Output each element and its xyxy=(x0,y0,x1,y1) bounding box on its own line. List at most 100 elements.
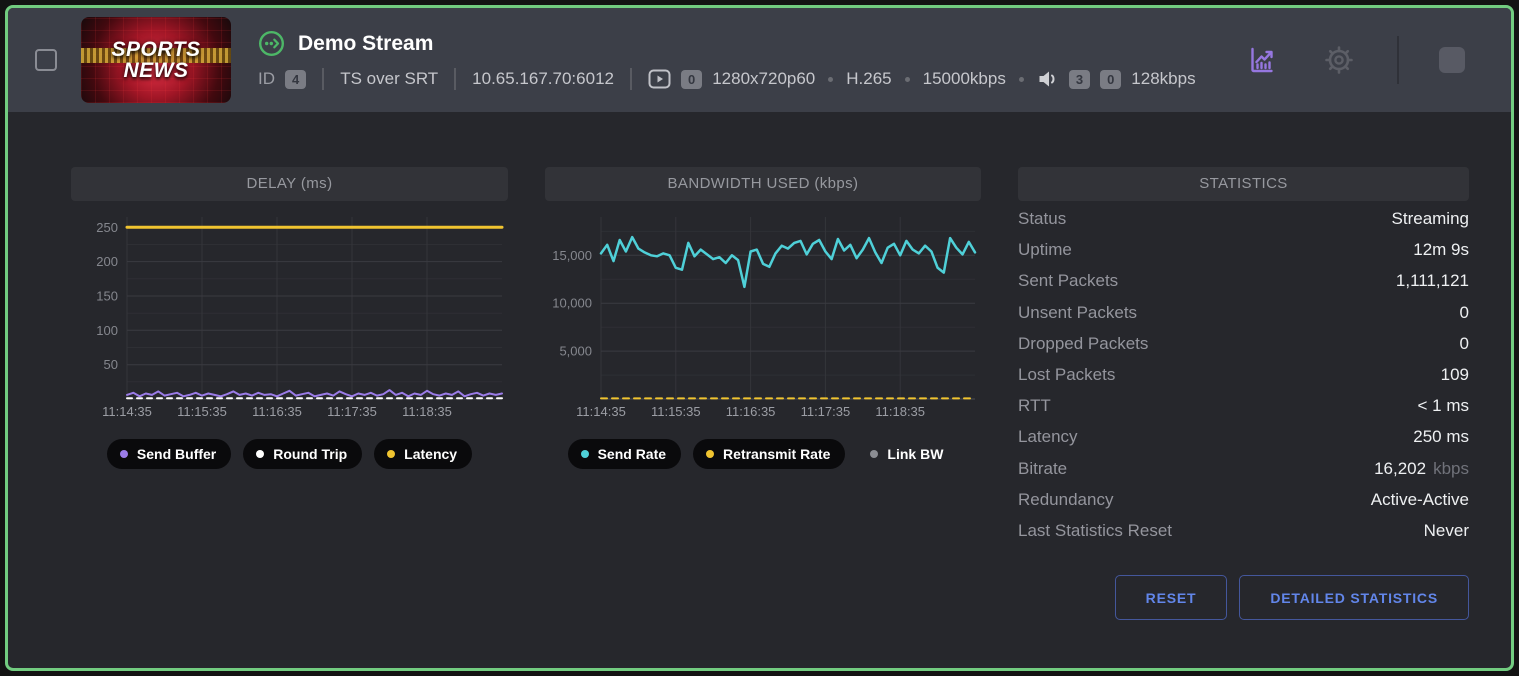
stat-row: Uptime12m 9s xyxy=(1018,240,1469,271)
legend-dot xyxy=(256,450,264,458)
stat-row: Lost Packets109 xyxy=(1018,365,1469,396)
detailed-statistics-button[interactable]: DETAILED STATISTICS xyxy=(1239,575,1469,620)
reset-button[interactable]: RESET xyxy=(1115,575,1228,620)
svg-text:10,000: 10,000 xyxy=(552,296,592,311)
stream-header: SPORTS NEWS Demo Stream ID 4 xyxy=(8,8,1511,112)
stat-label: Bitrate xyxy=(1018,459,1067,479)
delay-panel: DELAY (ms) 11:14:3511:15:3511:16:3511:17… xyxy=(71,167,508,620)
gear-icon[interactable] xyxy=(1323,44,1355,76)
stream-title: Demo Stream xyxy=(298,32,433,56)
dot-separator xyxy=(1019,77,1024,82)
thumbnail-caption-line2: NEWS xyxy=(124,60,189,81)
stat-label: Redundancy xyxy=(1018,490,1113,510)
resolution-text: 1280x720p60 xyxy=(712,69,815,89)
svg-text:11:16:35: 11:16:35 xyxy=(726,404,776,419)
stat-row: Redundancy Active-Active xyxy=(1018,490,1469,521)
stat-label: Status xyxy=(1018,209,1066,229)
dot-separator xyxy=(828,77,833,82)
legend-dot xyxy=(120,450,128,458)
stat-label: Dropped Packets xyxy=(1018,334,1148,354)
bandwidth-panel: BANDWIDTH USED (kbps) 11:14:35 11:15:35 11… xyxy=(545,167,981,620)
stat-value: 109 xyxy=(1441,365,1469,385)
separator xyxy=(1397,36,1399,84)
header-actions xyxy=(1247,36,1465,84)
dashboard-body: DELAY (ms) 11:14:35 11:15:35 11:16:35 11:17… xyxy=(8,112,1511,620)
stat-label: Unsent Packets xyxy=(1018,303,1137,323)
id-badge: 4 xyxy=(285,70,306,89)
bandwidth-chart: 11:14:3511:15:3511:16:3511:17:3511:18:35… xyxy=(545,203,981,423)
statistics-actions: RESET DETAILED STATISTICS xyxy=(1018,575,1469,620)
svg-text:15,000: 15,000 xyxy=(552,248,592,263)
bandwidth-legend: Send Rate Retransmit Rate Link BW xyxy=(545,439,981,469)
stat-row: Dropped Packets0 xyxy=(1018,334,1469,365)
legend-label: Retransmit Rate xyxy=(723,446,830,462)
stream-monitor-screen: SPORTS NEWS Demo Stream ID 4 xyxy=(0,0,1519,676)
svg-text:100: 100 xyxy=(96,323,118,338)
stat-value: Never xyxy=(1424,521,1469,541)
svg-text:11:15:35: 11:15:35 xyxy=(651,404,701,419)
legend-dot xyxy=(870,450,878,458)
protocol-text: TS over SRT xyxy=(340,69,438,89)
bandwidth-panel-title: BANDWIDTH USED (kbps) xyxy=(545,167,981,201)
svg-text:11:15:35: 11:15:35 xyxy=(177,404,227,419)
separator xyxy=(322,68,324,90)
stat-label: Sent Packets xyxy=(1018,271,1118,291)
stat-value: < 1 ms xyxy=(1418,396,1470,416)
legend-label: Latency xyxy=(404,446,457,462)
stream-thumbnail[interactable]: SPORTS NEWS xyxy=(81,17,231,103)
stat-value: Active-Active xyxy=(1371,490,1469,510)
dot-separator xyxy=(905,77,910,82)
stat-row: Status Streaming xyxy=(1018,209,1469,240)
legend-item-send-rate[interactable]: Send Rate xyxy=(568,439,681,469)
video-count-badge: 0 xyxy=(681,70,702,89)
separator xyxy=(630,68,632,90)
legend-item-link-bw[interactable]: Link BW xyxy=(857,439,958,469)
stat-row: Last Statistics Reset Never xyxy=(1018,521,1469,552)
audio-count-badge: 3 xyxy=(1069,70,1090,89)
stat-label: RTT xyxy=(1018,396,1051,416)
legend-item-round-trip[interactable]: Round Trip xyxy=(243,439,362,469)
svg-text:11:17:35: 11:17:35 xyxy=(327,404,377,419)
delay-legend: Send Buffer Round Trip Latency xyxy=(71,439,508,469)
stop-stream-button[interactable] xyxy=(1439,47,1465,73)
statistics-rows: Status Streaming Uptime12m 9sSent Packets 1… xyxy=(1018,209,1469,552)
legend-label: Round Trip xyxy=(273,446,347,462)
stat-label: Latency xyxy=(1018,427,1078,447)
separator xyxy=(454,68,456,90)
stream-select-checkbox[interactable] xyxy=(35,49,57,71)
stat-row: Latency250 ms xyxy=(1018,427,1469,458)
svg-text:50: 50 xyxy=(104,357,118,372)
legend-item-retransmit-rate[interactable]: Retransmit Rate xyxy=(693,439,845,469)
stat-row: Bitrate16,202kbps xyxy=(1018,459,1469,490)
svg-text:250: 250 xyxy=(96,220,118,235)
stream-info: Demo Stream ID 4 TS over SRT 10.65.167.7… xyxy=(258,30,1196,90)
legend-dot xyxy=(581,450,589,458)
thumbnail-caption: SPORTS NEWS xyxy=(81,17,231,103)
delay-panel-title: DELAY (ms) xyxy=(71,167,508,201)
codec-text: H.265 xyxy=(846,69,891,89)
stat-value: Streaming xyxy=(1392,209,1469,229)
legend-dot xyxy=(706,450,714,458)
stat-row: RTT < 1 ms xyxy=(1018,396,1469,427)
svg-text:150: 150 xyxy=(96,289,118,304)
stream-meta-row: ID 4 TS over SRT 10.65.167.70:6012 0 128… xyxy=(258,68,1196,90)
svg-text:11:17:35: 11:17:35 xyxy=(801,404,851,419)
stat-row: Sent Packets 1,111,121 xyxy=(1018,271,1469,302)
svg-text:5,000: 5,000 xyxy=(559,344,592,359)
svg-text:11:14:35: 11:14:35 xyxy=(576,404,626,419)
legend-item-send-buffer[interactable]: Send Buffer xyxy=(107,439,231,469)
legend-item-latency[interactable]: Latency xyxy=(374,439,472,469)
video-bitrate-text: 15000kbps xyxy=(923,69,1006,89)
stat-value: 0 xyxy=(1460,303,1469,323)
svg-text:11:16:35: 11:16:35 xyxy=(252,404,302,419)
stat-label: Last Statistics Reset xyxy=(1018,521,1172,541)
thumbnail-caption-line1: SPORTS xyxy=(112,39,201,60)
svg-text:200: 200 xyxy=(96,254,118,269)
legend-label: Link BW xyxy=(887,446,943,462)
statistics-icon[interactable] xyxy=(1247,45,1277,75)
address-text: 10.65.167.70:6012 xyxy=(472,69,614,89)
stream-card: SPORTS NEWS Demo Stream ID 4 xyxy=(5,5,1514,671)
delay-chart: 11:14:3511:15:3511:16:3511:17:3511:18:35… xyxy=(71,203,508,423)
audio-bitrate-text: 128kbps xyxy=(1131,69,1195,89)
stat-value: 1,111,121 xyxy=(1396,271,1469,291)
